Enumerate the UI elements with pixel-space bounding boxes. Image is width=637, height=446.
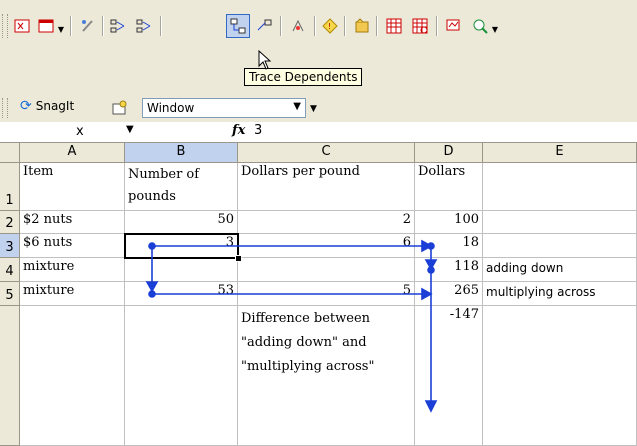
toolbar-grip[interactable] (2, 14, 8, 38)
snagit-toolbar[interactable]: ⟳ SnagIt (20, 98, 74, 114)
arrowhead (145, 281, 159, 293)
new-comment-icon[interactable]: ! (318, 14, 342, 38)
dropdown-icon[interactable]: ▼ (56, 18, 66, 42)
trace-dependents-icon[interactable] (226, 14, 250, 38)
formula-bar: x ▼ fx 3 (0, 122, 637, 143)
toolbar-separator (376, 16, 378, 36)
worksheet: A B C D E 1 2 3 4 5 Item Number of pound… (0, 143, 637, 446)
window-combo-value: Window (147, 101, 195, 115)
toolbar-separator (160, 16, 162, 36)
watch-window-icon[interactable] (408, 14, 432, 38)
name-box[interactable]: x (0, 122, 128, 141)
snagit-icon: ⟳ (20, 98, 32, 114)
magnifier-icon[interactable] (468, 14, 492, 38)
trace-dependent-arrows (145, 239, 438, 413)
arrowhead (424, 400, 438, 413)
arrowhead (421, 287, 433, 301)
trace-error-icon[interactable] (286, 14, 310, 38)
mouse-cursor-icon (258, 49, 272, 74)
clear-validation-circles-icon[interactable] (382, 14, 406, 38)
toolbar-options-dropdown-icon[interactable]: ▼ (310, 104, 317, 114)
chart-icon[interactable] (34, 14, 58, 38)
show-formulas-icon[interactable] (10, 14, 34, 38)
toolbar-separator (102, 16, 104, 36)
remove-precedent-arrows-icon[interactable] (106, 14, 130, 38)
toolbar-separator (314, 16, 316, 36)
toolbar-options-dropdown-icon[interactable]: ▼ (490, 18, 500, 42)
toolbar-separator (436, 16, 438, 36)
fx-icon[interactable]: fx (232, 123, 245, 138)
toolbar-area: ▼ ! ▼ Trace Dependents ⟳ SnagIt Window ▼… (0, 0, 637, 122)
circle-invalid-data-icon[interactable] (350, 14, 374, 38)
remove-dependent-arrows-icon[interactable] (132, 14, 156, 38)
snagit-label[interactable]: SnagIt (36, 99, 74, 113)
remove-all-arrows-icon[interactable] (252, 14, 276, 38)
toolbar-separator (70, 16, 72, 36)
toolbar-separator (280, 16, 282, 36)
window-combo[interactable]: Window ▼ (142, 98, 306, 118)
toolbar-grip[interactable] (2, 98, 8, 118)
name-box-value: x (76, 124, 84, 139)
toolbar-separator (344, 16, 346, 36)
snagit-capture-icon[interactable] (108, 96, 132, 120)
name-box-chevron-down-icon[interactable]: ▼ (126, 124, 134, 135)
formula-input[interactable]: 3 (254, 123, 262, 138)
svg-text:!: ! (328, 22, 331, 31)
trace-precedents-icon[interactable] (76, 14, 100, 38)
chevron-down-icon[interactable]: ▼ (293, 101, 301, 112)
evaluate-formula-icon[interactable] (442, 14, 466, 38)
